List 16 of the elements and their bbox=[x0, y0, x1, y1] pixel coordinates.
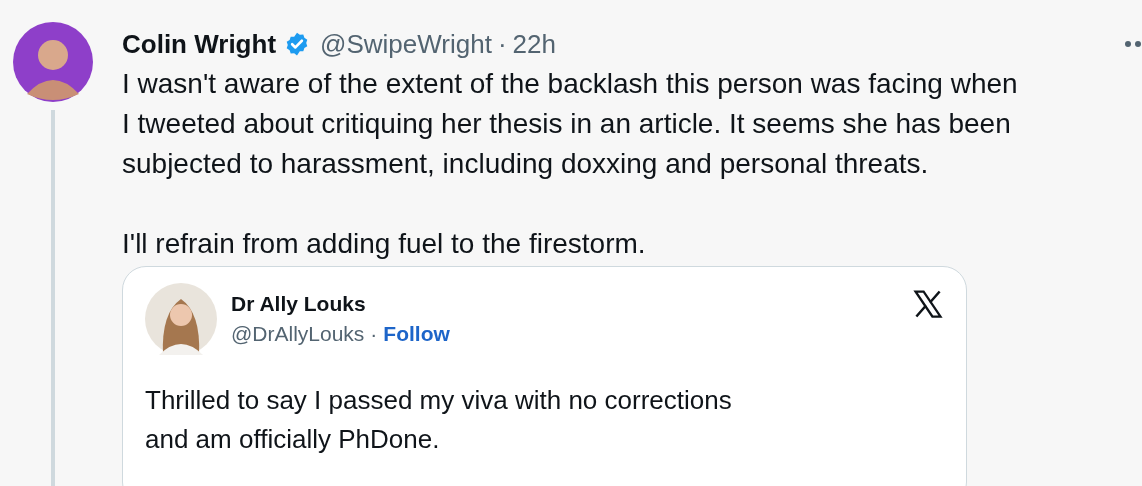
author-handle[interactable]: @SwipeWright bbox=[320, 28, 492, 60]
avatar-icon[interactable] bbox=[13, 22, 93, 102]
author-name[interactable]: Dr Ally Louks bbox=[231, 292, 898, 316]
separator: · bbox=[370, 322, 378, 346]
embedded-tweet-card[interactable]: Dr Ally Louks @DrAllyLouks · Follow Thrilled to say I passed my viva with no corrections and am officially PhDone. bbox=[122, 266, 967, 486]
separator: · bbox=[497, 28, 507, 60]
avatar-icon[interactable] bbox=[145, 283, 217, 355]
logo-icon[interactable] bbox=[912, 289, 944, 319]
embedded-tweet-text: Thrilled to say I passed my viva with no corrections and am officially PhDone. bbox=[145, 384, 733, 456]
follow-link[interactable]: Follow bbox=[383, 322, 450, 346]
author-name[interactable]: Colin Wright bbox=[122, 28, 277, 60]
more-icon[interactable] bbox=[1124, 39, 1142, 49]
timestamp[interactable]: 22h bbox=[512, 28, 556, 60]
tweet-text: I'll refrain from adding fuel to the firestorm. bbox=[122, 227, 647, 261]
author-handle[interactable]: @DrAllyLouks bbox=[231, 322, 365, 346]
tweet-text: I wasn't aware of the extent of the backlash this person was facing when I tweeted about critiquing her thesis in an article. It seems she has been subjected to harassment, including doxxing and personal threats. bbox=[122, 67, 1019, 181]
